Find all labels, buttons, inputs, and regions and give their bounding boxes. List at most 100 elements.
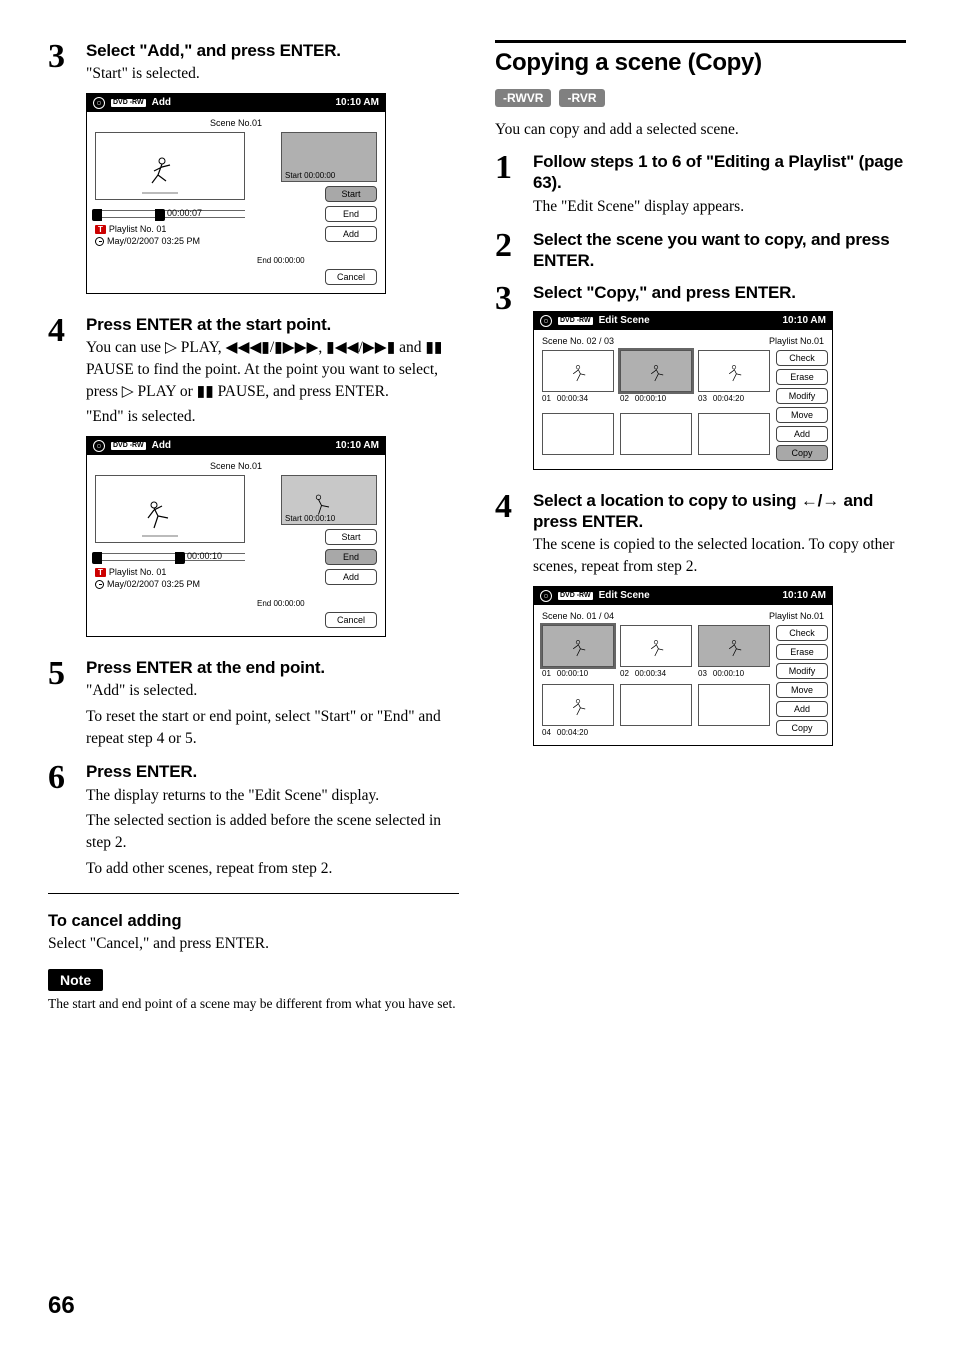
playlist-date: May/02/2007 03:25 PM xyxy=(107,236,200,246)
note-label: Note xyxy=(48,969,103,991)
copy-button[interactable]: Copy xyxy=(776,445,828,461)
start-button[interactable]: Start xyxy=(325,529,377,545)
playlist-label: Playlist No. 01 xyxy=(109,567,167,577)
step-text: The scene is copied to the selected loca… xyxy=(533,534,906,577)
figure-icon xyxy=(140,498,180,538)
cancel-button[interactable]: Cancel xyxy=(325,612,377,628)
move-button[interactable]: Move xyxy=(776,682,828,698)
add-button[interactable]: Add xyxy=(325,226,377,242)
copy-step-1: 1 Follow steps 1 to 6 of "Editing a Play… xyxy=(495,151,906,221)
scene-timecode: 0300:00:10 xyxy=(698,669,770,678)
scene-thumb[interactable] xyxy=(698,350,770,392)
timeline-timecode: 00:00:07 xyxy=(167,208,202,218)
scene-cell[interactable] xyxy=(542,413,614,461)
start-button[interactable]: Start xyxy=(325,186,377,202)
scene-thumb[interactable] xyxy=(542,413,614,455)
step-text: To add other scenes, repeat from step 2. xyxy=(86,858,459,880)
scene-thumb[interactable] xyxy=(620,625,692,667)
erase-button[interactable]: Erase xyxy=(776,369,828,385)
copy-step-2: 2 Select the scene you want to copy, and… xyxy=(495,229,906,274)
scene-thumb[interactable] xyxy=(620,413,692,455)
scene-cell[interactable]: 0400:04:20 xyxy=(542,684,614,737)
step-title: Follow steps 1 to 6 of "Editing a Playli… xyxy=(533,151,906,194)
scene-cell[interactable]: 0100:00:34 xyxy=(542,350,614,407)
step-title: Select the scene you want to copy, and p… xyxy=(533,229,906,272)
start-end-thumb: Start 00:00:00 xyxy=(281,132,377,182)
step-number: 5 xyxy=(48,657,76,753)
step-text: "Add" is selected. xyxy=(86,680,459,702)
scene-cell[interactable] xyxy=(698,684,770,737)
scene-cell[interactable]: 0100:00:10 xyxy=(542,625,614,678)
step-title: Select a location to copy to using ←/→ a… xyxy=(533,490,906,533)
disc-icon xyxy=(540,590,552,602)
end-button[interactable]: End xyxy=(325,206,377,222)
step-title: Select "Copy," and press ENTER. xyxy=(533,282,906,303)
scene-thumb[interactable] xyxy=(698,625,770,667)
scene-grid: 0100:00:10 0200:00:34 0300:00:10 0400:04:20 xyxy=(542,625,770,737)
scene-thumb[interactable] xyxy=(620,350,692,392)
scene-cell[interactable]: 0200:00:10 xyxy=(620,350,692,407)
scene-cell[interactable]: 0300:04:20 xyxy=(698,350,770,407)
t-badge: T xyxy=(95,225,106,234)
check-button[interactable]: Check xyxy=(776,625,828,641)
move-button[interactable]: Move xyxy=(776,407,828,423)
scene-cell[interactable]: 0300:00:10 xyxy=(698,625,770,678)
step-text: "End" is selected. xyxy=(86,406,459,428)
add-button[interactable]: Add xyxy=(776,426,828,442)
ui-clock: 10:10 AM xyxy=(782,590,826,601)
step-number: 4 xyxy=(48,314,76,649)
scene-timecode: 0100:00:34 xyxy=(542,394,614,403)
scene-cell[interactable]: 0200:00:34 xyxy=(620,625,692,678)
scene-cell[interactable] xyxy=(698,413,770,461)
scene-thumb[interactable] xyxy=(698,684,770,726)
copy-step-4: 4 Select a location to copy to using ←/→… xyxy=(495,490,906,758)
check-button[interactable]: Check xyxy=(776,350,828,366)
copy-button[interactable]: Copy xyxy=(776,720,828,736)
add-button[interactable]: Add xyxy=(776,701,828,717)
step-title: Select "Add," and press ENTER. xyxy=(86,40,459,61)
step-3: 3 Select "Add," and press ENTER. "Start"… xyxy=(48,40,459,306)
step-number: 4 xyxy=(495,490,523,758)
scene-cell[interactable] xyxy=(620,684,692,737)
add-button[interactable]: Add xyxy=(325,569,377,585)
page-number: 66 xyxy=(48,1292,75,1320)
scene-thumb[interactable] xyxy=(542,350,614,392)
scene-thumb[interactable] xyxy=(698,413,770,455)
step-text: The display returns to the "Edit Scene" … xyxy=(86,785,459,807)
modify-button[interactable]: Modify xyxy=(776,663,828,679)
scene-thumb[interactable] xyxy=(620,684,692,726)
timeline-knob-left[interactable] xyxy=(92,552,102,564)
scene-timecode: 0200:00:34 xyxy=(620,669,692,678)
playlist-info: TPlaylist No. 01 May/02/2007 03:25 PM xyxy=(95,567,245,589)
step-text: To reset the start or end point, select … xyxy=(86,706,459,749)
step-title: Press ENTER. xyxy=(86,761,459,782)
timeline-knob-left[interactable] xyxy=(92,209,102,221)
scene-number: Scene No.01 xyxy=(95,118,377,128)
timeline-knob-right[interactable] xyxy=(155,209,165,221)
ui-clock: 10:10 AM xyxy=(335,440,379,451)
playlist-date: May/02/2007 03:25 PM xyxy=(107,579,200,589)
erase-button[interactable]: Erase xyxy=(776,644,828,660)
scene-cell[interactable] xyxy=(620,413,692,461)
timeline[interactable]: 00:00:10 xyxy=(95,553,245,561)
timeline[interactable]: 00:00:07 xyxy=(95,210,245,218)
copy-step-3: 3 Select "Copy," and press ENTER. DVD -R… xyxy=(495,282,906,482)
step-number: 2 xyxy=(495,229,523,274)
step-text: The selected section is added before the… xyxy=(86,810,459,853)
step-title: Press ENTER at the start point. xyxy=(86,314,459,335)
disc-icon xyxy=(93,440,105,452)
preview-panel xyxy=(95,132,245,200)
dvd-badge: DVD -RW xyxy=(558,592,593,600)
scene-thumb[interactable] xyxy=(542,684,614,726)
modify-button[interactable]: Modify xyxy=(776,388,828,404)
cancel-button[interactable]: Cancel xyxy=(325,269,377,285)
step-text: You can use ▷ PLAY, ◀◀◀▮/▮▶▶▶, ▮◀◀/▶▶▮ a… xyxy=(86,337,459,402)
scene-thumb[interactable] xyxy=(542,625,614,667)
scene-counter: Scene No. 02 / 03 xyxy=(542,336,614,346)
scene-counter: Scene No. 01 / 04 xyxy=(542,611,614,621)
timeline-knob-right[interactable] xyxy=(175,552,185,564)
ui-title: Edit Scene xyxy=(599,315,650,326)
end-button[interactable]: End xyxy=(325,549,377,565)
thumb-end-label: End 00:00:00 xyxy=(257,599,305,608)
scene-timecode: 0300:04:20 xyxy=(698,394,770,403)
